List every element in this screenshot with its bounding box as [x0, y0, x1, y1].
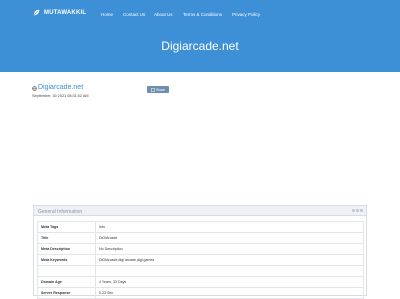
panel-header: General Information: [34, 206, 366, 216]
row-value: [95, 265, 364, 277]
row-key: Server Response: [37, 287, 96, 299]
row-value: No Description: [95, 243, 364, 255]
nav-terms[interactable]: Terms & Conditions: [183, 12, 222, 17]
table-row: Server Response 0.23 Sec: [37, 287, 364, 299]
brand[interactable]: MUTAWAKKIL: [33, 9, 86, 16]
row-key: Domain Age: [37, 276, 96, 288]
table-row: [37, 265, 364, 277]
brand-name: MUTAWAKKIL: [44, 9, 87, 16]
hero-banner: MUTAWAKKIL Home Contact Us About Us Term…: [0, 0, 400, 72]
panel-title: General Information: [38, 208, 83, 215]
row-value: DiGiArcade: [95, 232, 364, 244]
site-link[interactable]: Digiarcade.net: [38, 84, 83, 91]
table-row: Meta Keywords DiGiArcade,digi arcade,dig…: [37, 254, 364, 266]
row-value: 0.23 Sec: [95, 287, 364, 299]
row-key: Meta Keywords: [37, 254, 96, 266]
row-key: [37, 265, 96, 277]
row-value: DiGiArcade,digi arcade,digi games: [95, 254, 364, 266]
table-row: Meta Description No Description: [37, 243, 364, 255]
info-table: Meta Tags Info Title DiGiArcade Meta Des…: [37, 221, 364, 299]
row-key: Meta Description: [37, 243, 96, 255]
collapse-icon[interactable]: [352, 209, 355, 212]
general-info-panel: General Information Meta Tags Info Title…: [33, 205, 367, 299]
row-key: Meta Tags: [37, 221, 96, 233]
leaf-icon: [33, 9, 40, 16]
nav-about-us[interactable]: About Us: [154, 12, 173, 17]
close-icon[interactable]: [360, 209, 363, 212]
nav-home[interactable]: Home: [101, 12, 113, 17]
row-value: Info: [95, 221, 364, 233]
page-title: Digiarcade.net: [161, 39, 239, 53]
nav-privacy-policy[interactable]: Privacy Policy: [232, 12, 260, 17]
share-button[interactable]: Share: [147, 86, 169, 93]
row-value: 4 Years, 33 Days: [95, 276, 364, 288]
nav-contact-us[interactable]: Contact Us: [123, 12, 145, 17]
panel-controls: [352, 209, 363, 212]
share-label: Share: [155, 87, 166, 92]
share-icon: [151, 87, 155, 92]
row-key: Title: [37, 232, 96, 244]
analysis-date: September, 30 2021 08:31:02 AM: [32, 94, 89, 98]
table-row: Meta Tags Info: [37, 221, 364, 233]
refresh-icon[interactable]: [356, 209, 359, 212]
globe-icon: [32, 86, 37, 91]
table-row: Domain Age 4 Years, 33 Days: [37, 276, 364, 288]
table-row: Title DiGiArcade: [37, 232, 364, 244]
